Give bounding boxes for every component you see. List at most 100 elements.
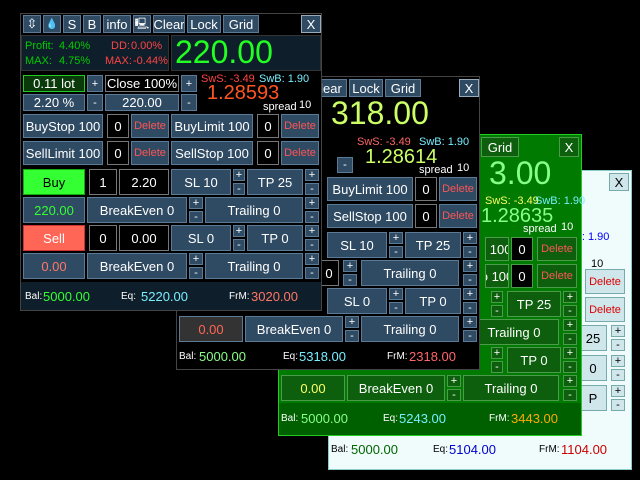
delete-button[interactable]: Delete: [585, 269, 625, 294]
selllimit-count[interactable]: 0: [107, 141, 129, 165]
sellstop-button[interactable]: SellStop 100: [327, 204, 413, 228]
plus-button[interactable]: +: [305, 225, 319, 237]
minus-button[interactable]: -: [343, 274, 357, 286]
trailing-button[interactable]: Trailing 0: [469, 319, 559, 345]
sell-button[interactable]: Sell: [23, 225, 85, 251]
tp-button[interactable]: 0: [579, 355, 607, 381]
plus-button[interactable]: +: [563, 375, 577, 387]
buylimit-count[interactable]: 0: [415, 177, 437, 201]
delete-button[interactable]: Delete: [131, 141, 169, 165]
info-button[interactable]: info: [103, 15, 131, 33]
plus-button[interactable]: +: [611, 385, 625, 397]
buylimit-button[interactable]: BuyLimit 100: [327, 177, 413, 201]
minus-button[interactable]: -: [463, 330, 477, 342]
buy-count[interactable]: 1: [89, 169, 117, 195]
minus-button[interactable]: -: [611, 339, 625, 351]
tp-button[interactable]: TP 25: [507, 291, 561, 317]
tp-button[interactable]: TP 0: [405, 288, 461, 314]
minus-button[interactable]: -: [233, 239, 245, 251]
plus-button[interactable]: +: [87, 75, 103, 92]
sellstop-count[interactable]: 0: [415, 204, 437, 228]
minus-button[interactable]: -: [463, 246, 477, 258]
plus-button[interactable]: +: [563, 347, 577, 359]
tp-button[interactable]: TP 25: [405, 232, 461, 258]
sl-button[interactable]: SL 10: [327, 232, 387, 258]
minus-button[interactable]: -: [189, 211, 203, 223]
lock-button[interactable]: Lock: [187, 15, 221, 33]
trailing-button[interactable]: Trailing 0: [463, 375, 559, 401]
sellstop-count[interactable]: 0: [257, 141, 279, 165]
sellstop-button[interactable]: o 100: [485, 264, 509, 288]
tp-button[interactable]: P: [579, 385, 607, 411]
breakeven-button[interactable]: BreakEven 0: [347, 375, 445, 401]
sellstop-button[interactable]: SellStop 100: [171, 141, 253, 165]
minus-button[interactable]: -: [181, 94, 197, 111]
delete-button[interactable]: Delete: [585, 297, 625, 322]
trailing-button[interactable]: Trailing 0: [205, 197, 303, 223]
percent-field[interactable]: 2.20 %: [23, 94, 85, 111]
percent-value-field[interactable]: 220.00: [105, 94, 179, 111]
plus-button[interactable]: +: [233, 225, 245, 237]
plus-button[interactable]: +: [563, 291, 577, 303]
minus-button[interactable]: -: [563, 333, 577, 345]
buylimit-count[interactable]: 0: [257, 114, 279, 138]
plus-button[interactable]: +: [463, 288, 477, 300]
value-field[interactable]: 0: [319, 260, 339, 286]
plus-button[interactable]: +: [233, 169, 245, 181]
minus-button[interactable]: -: [305, 267, 319, 279]
close-button-green[interactable]: X: [559, 137, 579, 157]
sl-button[interactable]: SL 0: [171, 225, 231, 251]
plus-button[interactable]: +: [389, 232, 403, 244]
minus-button[interactable]: -: [491, 305, 503, 317]
delete-button[interactable]: Delete: [131, 114, 169, 138]
plus-button[interactable]: +: [345, 316, 359, 328]
delete-button[interactable]: Delete: [281, 141, 319, 165]
tp-button[interactable]: TP 0: [247, 225, 303, 251]
close-button[interactable]: X: [459, 79, 479, 97]
plus-button[interactable]: +: [463, 260, 477, 272]
close-button[interactable]: X: [301, 15, 321, 33]
minus-button[interactable]: -: [389, 302, 403, 314]
minus-button[interactable]: -: [463, 274, 477, 286]
minus-button[interactable]: -: [563, 389, 577, 401]
plus-button[interactable]: +: [611, 325, 625, 337]
buy-lot[interactable]: 2.20: [119, 169, 169, 195]
minus-button[interactable]: -: [611, 399, 625, 411]
grid-button[interactable]: Grid: [223, 15, 259, 33]
minus-button[interactable]: -: [563, 305, 577, 317]
drop-icon[interactable]: 💧: [43, 15, 61, 33]
breakeven-button[interactable]: BreakEven 0: [87, 197, 187, 223]
plus-button[interactable]: +: [181, 75, 197, 92]
delete-button[interactable]: Delete: [439, 204, 477, 228]
minus-button[interactable]: -: [345, 330, 359, 342]
delete-button[interactable]: Delete: [281, 114, 319, 138]
b-button[interactable]: B: [83, 15, 101, 33]
buylimit-count[interactable]: 0: [511, 237, 533, 261]
selllimit-button[interactable]: SellLimit 100: [23, 141, 103, 165]
tp-button[interactable]: TP 0: [507, 347, 561, 373]
trailing-button[interactable]: Trailing 0: [205, 253, 303, 279]
close-percent-button[interactable]: Close 100%: [105, 75, 179, 92]
close-button-light[interactable]: X: [609, 173, 629, 191]
buystop-button[interactable]: BuyStop 100: [23, 114, 103, 138]
minus-button[interactable]: -: [447, 389, 461, 401]
s-button[interactable]: S: [63, 15, 81, 33]
minus-button[interactable]: -: [233, 183, 245, 195]
minus-button[interactable]: -: [305, 211, 319, 223]
minus-button[interactable]: -: [87, 94, 103, 111]
plus-button[interactable]: +: [447, 375, 461, 387]
minus-button[interactable]: -: [305, 183, 319, 195]
plus-button[interactable]: +: [305, 253, 319, 265]
minus-button[interactable]: -: [337, 157, 353, 173]
sellstop-count[interactable]: 0: [511, 264, 533, 288]
minus-button[interactable]: -: [463, 302, 477, 314]
delete-button[interactable]: Delete: [439, 177, 477, 201]
plus-button[interactable]: +: [491, 291, 503, 303]
delete-button[interactable]: Delete: [537, 264, 577, 288]
buy-button[interactable]: Buy: [23, 169, 85, 195]
grid-button[interactable]: Grid: [481, 137, 519, 157]
minus-button[interactable]: -: [563, 361, 577, 373]
terminal-icon[interactable]: 🖳: [133, 15, 151, 33]
plus-button[interactable]: +: [463, 316, 477, 328]
minus-button[interactable]: -: [305, 239, 319, 251]
